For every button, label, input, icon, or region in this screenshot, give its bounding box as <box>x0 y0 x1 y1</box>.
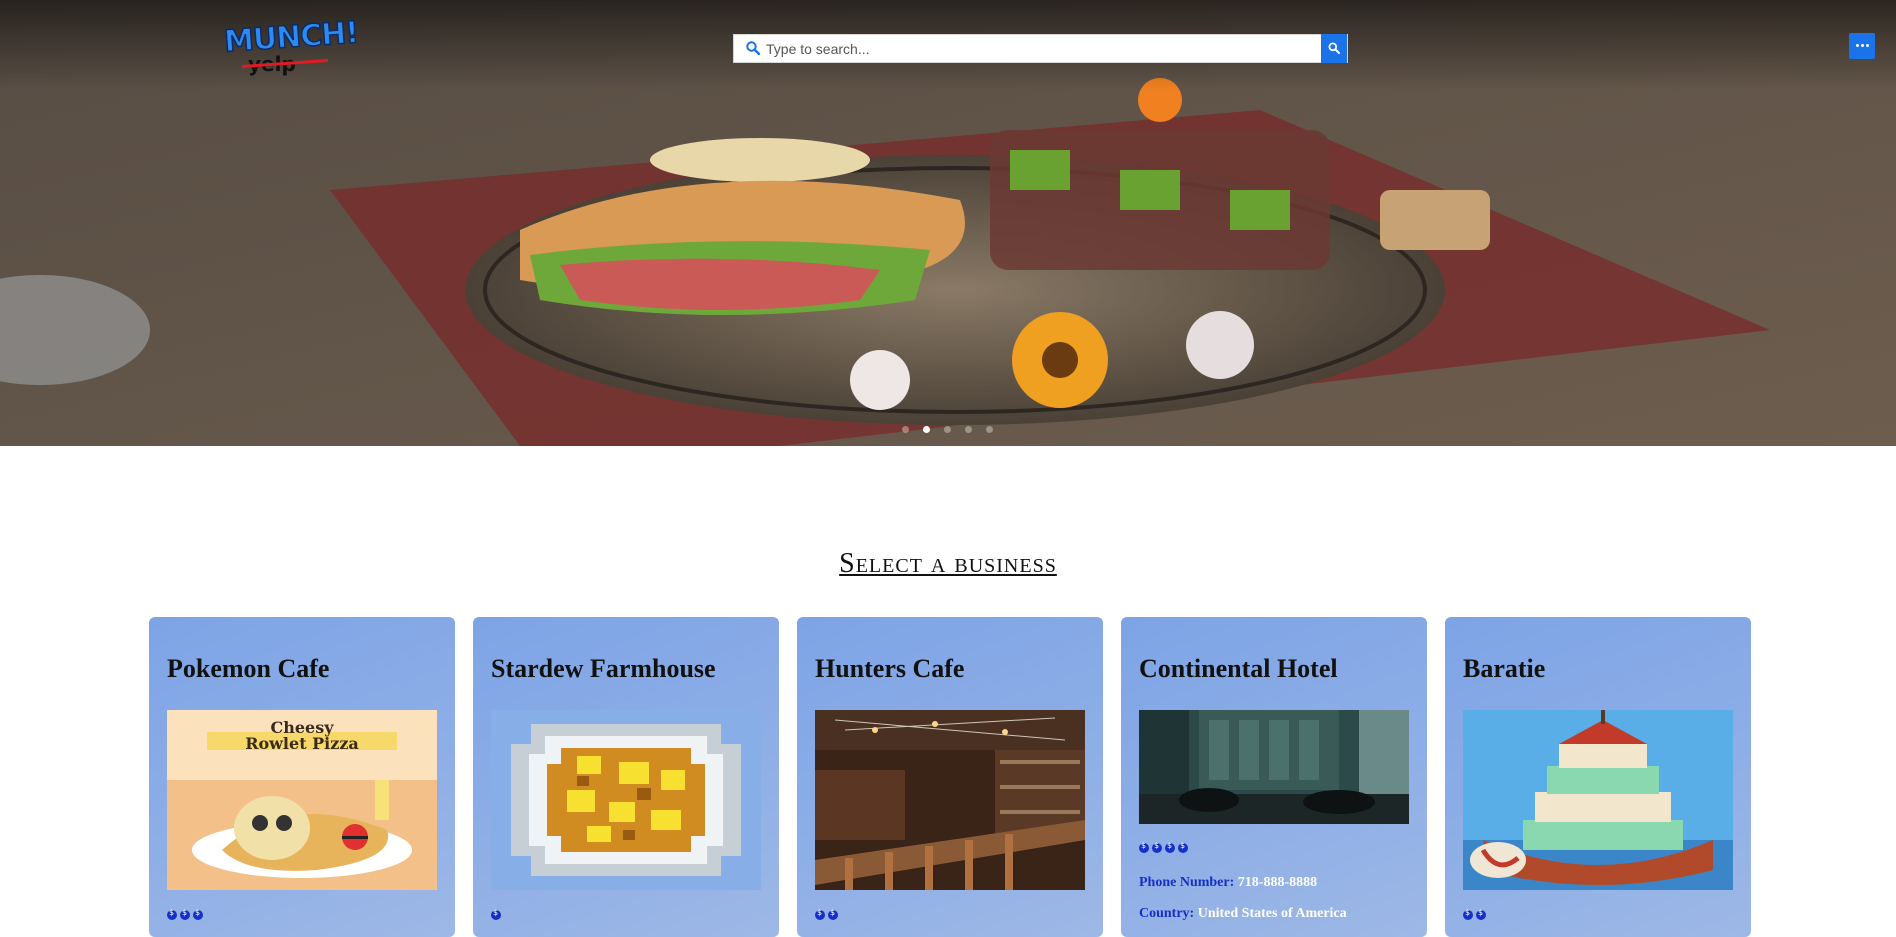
carousel-dot[interactable] <box>965 426 972 433</box>
phone-number: Phone Number: 718-888-8888 <box>1139 875 1317 891</box>
search-input[interactable] <box>766 35 1306 62</box>
business-name: Pokemon Cafe <box>167 654 330 683</box>
business-image <box>491 710 761 890</box>
hero-carousel[interactable]: MUNCH! yelp <box>0 0 1896 446</box>
carousel-dot[interactable] <box>986 426 993 433</box>
munch-logo[interactable]: MUNCH! yelp <box>222 14 362 78</box>
price-level <box>1463 908 1489 920</box>
business-name: Hunters Cafe <box>815 654 965 683</box>
price-level <box>815 908 841 920</box>
country: Country: United States of America <box>1139 906 1347 922</box>
more-menu-button[interactable] <box>1849 33 1875 59</box>
business-image <box>1463 710 1733 890</box>
business-card-pokemon-cafe[interactable]: Pokemon Cafe Cheesy Rowlet Pizza <box>149 617 455 937</box>
business-card-continental-hotel[interactable]: Continental Hotel Phone Number: 718-888-… <box>1121 617 1427 937</box>
business-name: Continental Hotel <box>1139 654 1338 683</box>
carousel-dot-active[interactable] <box>923 426 930 433</box>
business-card-baratie[interactable]: Baratie <box>1445 617 1751 937</box>
more-horizontal-icon <box>1856 44 1859 47</box>
business-image <box>815 710 1085 890</box>
more-horizontal-icon <box>1861 44 1864 47</box>
business-name: Stardew Farmhouse <box>491 654 716 683</box>
price-level <box>491 908 504 920</box>
business-card-stardew-farmhouse[interactable]: Stardew Farmhouse <box>473 617 779 937</box>
phone-label: Phone Number: <box>1139 875 1235 890</box>
image-caption-line-2: Rowlet Pizza <box>245 734 359 753</box>
search-bar <box>733 34 1348 63</box>
price-level <box>167 908 206 920</box>
carousel-dot[interactable] <box>902 426 909 433</box>
business-name: Baratie <box>1463 654 1546 683</box>
business-image <box>1139 710 1409 824</box>
phone-value: 718-888-8888 <box>1237 875 1318 890</box>
country-value: United States of America <box>1197 906 1347 921</box>
more-horizontal-icon <box>1866 44 1869 47</box>
business-card-hunters-cafe[interactable]: Hunters Cafe <box>797 617 1103 937</box>
price-level <box>1139 841 1191 853</box>
search-button[interactable] <box>1321 34 1347 63</box>
search-icon <box>1328 42 1340 54</box>
section-title: Select a business <box>839 548 1057 579</box>
search-icon <box>746 41 760 55</box>
country-label: Country: <box>1139 906 1195 921</box>
carousel-dot[interactable] <box>944 426 951 433</box>
business-image: Cheesy Rowlet Pizza <box>167 710 437 890</box>
